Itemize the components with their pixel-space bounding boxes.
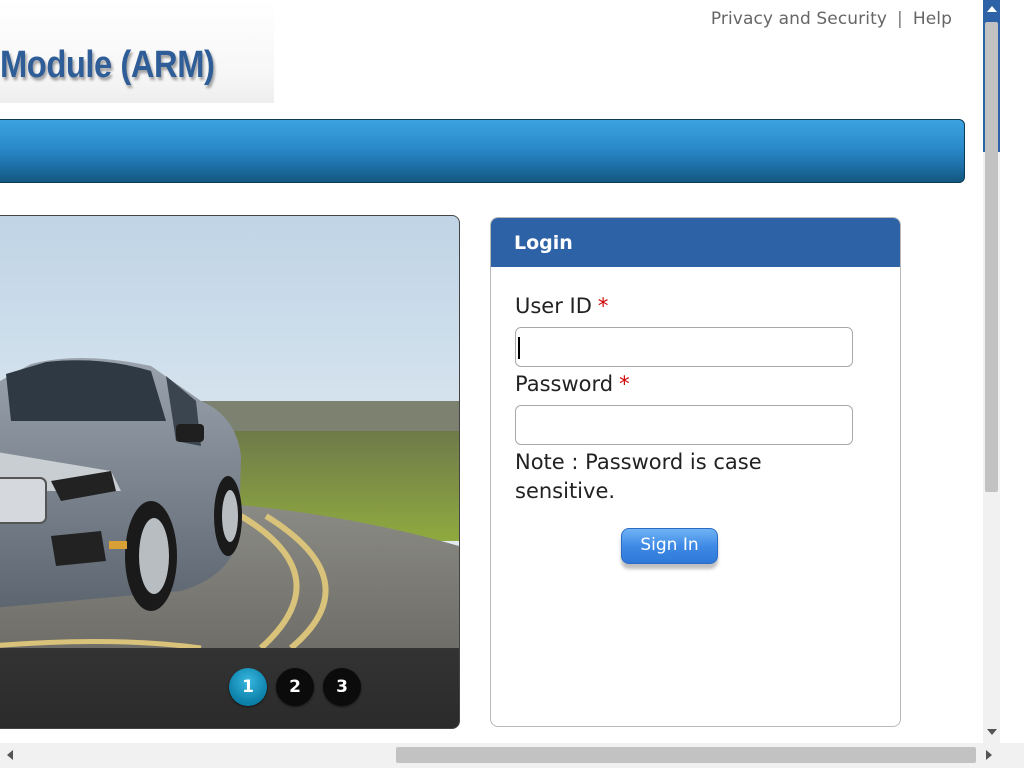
login-title: Login — [491, 218, 900, 267]
password-label: Password * — [515, 372, 630, 396]
carousel-dot-2[interactable]: 2 — [276, 668, 314, 706]
sign-in-button[interactable]: Sign In — [621, 528, 718, 564]
carousel-controls: 1 2 3 — [0, 648, 459, 728]
login-panel: Login User ID * Password * Note : Password… — [490, 217, 901, 727]
image-carousel: 1 2 3 — [0, 215, 460, 729]
logo-banner: Module (ARM) — [0, 0, 274, 103]
top-links: Privacy and Security | Help — [711, 9, 952, 29]
privacy-security-link[interactable]: Privacy and Security — [711, 9, 887, 29]
scroll-down-icon[interactable] — [987, 729, 997, 735]
scroll-right-icon[interactable] — [986, 750, 992, 760]
required-marker: * — [597, 294, 609, 318]
help-link[interactable]: Help — [913, 9, 952, 29]
carousel-dot-1[interactable]: 1 — [229, 668, 267, 706]
scroll-up-icon[interactable] — [987, 6, 997, 12]
password-input[interactable] — [515, 405, 853, 445]
vertical-scrollbar[interactable] — [983, 0, 1000, 743]
link-separator: | — [897, 9, 903, 29]
password-label-text: Password — [515, 372, 614, 396]
app-logo-title: Module (ARM) — [0, 44, 215, 86]
user-id-label: User ID * — [515, 294, 608, 318]
horizontal-scrollbar[interactable] — [0, 743, 1000, 768]
user-id-label-text: User ID — [515, 294, 592, 318]
page-margin — [1000, 0, 1024, 743]
scroll-left-icon[interactable] — [7, 750, 13, 760]
required-marker: * — [619, 372, 630, 396]
user-id-input[interactable] — [515, 327, 853, 367]
carousel-dot-3[interactable]: 3 — [323, 668, 361, 706]
text-cursor — [518, 337, 520, 359]
password-note: Note : Password is case sensitive. — [515, 450, 762, 503]
scrollbar-corner — [1000, 743, 1024, 768]
navigation-bar — [0, 119, 965, 183]
horizontal-scroll-thumb[interactable] — [396, 747, 976, 763]
vertical-scroll-thumb[interactable] — [985, 22, 998, 492]
car-photo — [0, 216, 459, 648]
